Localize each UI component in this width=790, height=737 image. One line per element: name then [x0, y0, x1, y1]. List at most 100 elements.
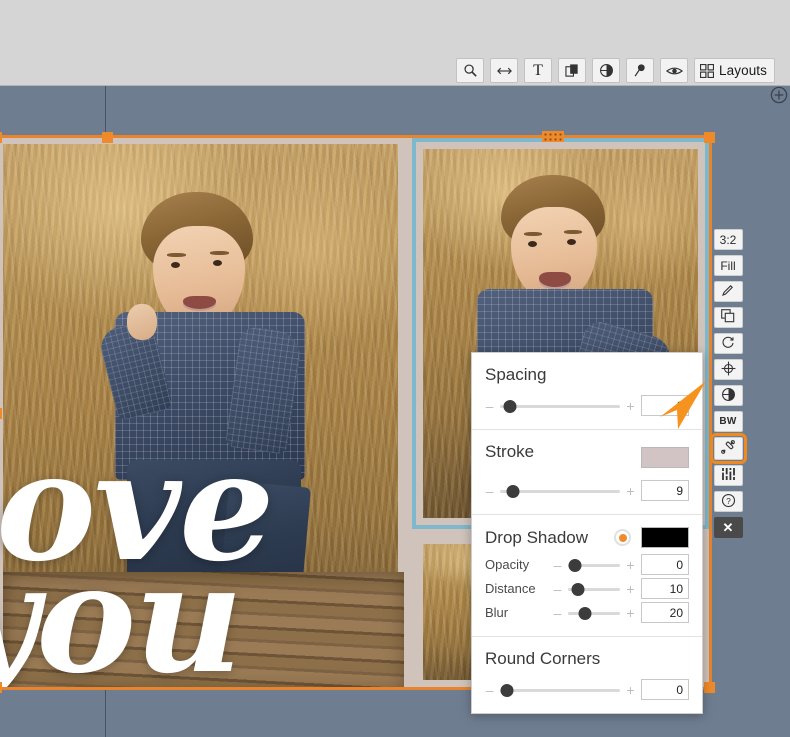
main-toolbar: T Layouts	[456, 58, 775, 83]
crosshair-grid-icon	[721, 361, 736, 379]
distance-slider[interactable]	[568, 582, 620, 596]
photo-left-boy-on-crate[interactable]: love you	[0, 138, 404, 687]
opacity-slider[interactable]	[568, 558, 620, 572]
copy-layers-icon	[721, 309, 735, 326]
stroke-title: Stroke	[485, 442, 535, 461]
app-root: T Layouts ove ou 3:2 Fill BW ? ✕ Spacing…	[0, 0, 790, 737]
background-tool-button[interactable]	[558, 58, 587, 83]
rotate-button[interactable]	[713, 333, 743, 354]
pencil-icon	[721, 283, 735, 300]
photo-drag-grip[interactable]	[542, 131, 564, 142]
magnifier-icon	[463, 63, 478, 78]
text-t-icon: T	[533, 61, 543, 79]
opacity-value-input[interactable]: 0	[641, 554, 689, 575]
opacity-label: Opacity	[485, 557, 530, 572]
layouts-button[interactable]: Layouts	[694, 58, 775, 83]
drop-shadow-header: Drop Shadow	[485, 527, 689, 548]
fill-button[interactable]: Fill	[713, 255, 743, 276]
blur-slider-knob[interactable]	[578, 606, 592, 620]
stroke-header: Stroke	[485, 442, 689, 472]
layers-icon	[564, 63, 580, 78]
round-corners-section: Round Corners – + 0	[472, 637, 702, 713]
blur-minus-button[interactable]: –	[553, 605, 562, 621]
opacity-slider-knob[interactable]	[568, 558, 582, 572]
plus-circle-icon	[770, 86, 788, 109]
stroke-color-swatch[interactable]	[641, 446, 689, 468]
close-x-icon: ✕	[722, 519, 734, 535]
close-button[interactable]: ✕	[713, 517, 743, 538]
round-corners-title: Round Corners	[485, 649, 601, 668]
drop-shadow-title: Drop Shadow	[485, 527, 589, 547]
spread-handle-left-mid[interactable]	[0, 408, 2, 419]
pin-icon	[633, 63, 647, 78]
question-circle-icon: ?	[721, 493, 736, 511]
spread-handle-bottom-right[interactable]	[704, 682, 715, 693]
stroke-minus-button[interactable]: –	[485, 483, 494, 499]
text-tool-button[interactable]: T	[524, 58, 553, 83]
layouts-button-label: Layouts	[719, 63, 767, 78]
help-button[interactable]: ?	[713, 491, 743, 512]
spacing-slider-knob[interactable]	[503, 399, 517, 413]
aspect-ratio-label: 3:2	[719, 232, 737, 247]
drop-shadow-opacity-row: Opacity – + 0	[485, 554, 689, 575]
duplicate-button[interactable]	[713, 307, 743, 328]
eye-icon	[665, 65, 683, 77]
rotate-icon	[721, 335, 735, 352]
round-corners-row: – + 0	[485, 679, 689, 700]
spacing-slider[interactable]	[500, 399, 620, 413]
zoom-tool-button[interactable]	[456, 58, 485, 83]
photo-tools-strip: 3:2 Fill BW ? ✕	[709, 229, 747, 538]
spread-handle-bottom-left[interactable]	[0, 682, 2, 693]
blur-value-input[interactable]: 20	[641, 602, 689, 623]
brush-bone-icon	[720, 439, 736, 458]
filter-tool-button[interactable]	[592, 58, 621, 83]
distance-plus-button[interactable]: +	[626, 581, 635, 597]
drop-shadow-blur-row: Blur – + 20	[485, 602, 689, 623]
round-corners-plus-button[interactable]: +	[626, 682, 635, 698]
stroke-value-input[interactable]: 9	[641, 480, 689, 501]
style-brush-button[interactable]	[709, 433, 747, 464]
round-corners-value-input[interactable]: 0	[641, 679, 689, 700]
round-corners-slider[interactable]	[500, 683, 620, 697]
black-white-button[interactable]: BW	[713, 411, 743, 432]
edit-pencil-button[interactable]	[713, 281, 743, 302]
adjust-sliders-button[interactable]	[713, 465, 743, 486]
distance-label: Distance	[485, 581, 536, 596]
aspect-ratio-button[interactable]: 3:2	[713, 229, 743, 250]
spread-tool-button[interactable]	[490, 58, 519, 83]
opacity-plus-button[interactable]: +	[626, 557, 635, 573]
photo-left-image: love you	[0, 144, 404, 687]
photo-left-crate	[3, 572, 404, 687]
round-corners-minus-button[interactable]: –	[485, 682, 494, 698]
spacing-minus-button[interactable]: –	[485, 398, 494, 414]
top-chrome: T Layouts	[0, 0, 790, 86]
spread-handle-top-mid[interactable]	[102, 132, 113, 143]
drop-shadow-color-swatch[interactable]	[641, 527, 689, 548]
drop-shadow-section: Drop Shadow Opacity – + 0 Distance – + 1…	[472, 515, 702, 637]
distance-slider-knob[interactable]	[571, 582, 585, 596]
stroke-row: – + 9	[485, 480, 689, 501]
stroke-slider-knob[interactable]	[506, 484, 520, 498]
preview-tool-button[interactable]	[660, 58, 689, 83]
contrast-button[interactable]	[713, 385, 743, 406]
opacity-minus-button[interactable]: –	[553, 557, 562, 573]
drop-shadow-toggle[interactable]	[614, 529, 631, 546]
blur-plus-button[interactable]: +	[626, 605, 635, 621]
spacing-plus-button[interactable]: +	[626, 398, 635, 414]
blur-slider[interactable]	[568, 606, 620, 620]
black-white-label: BW	[719, 416, 737, 427]
drop-shadow-toggle-dot	[618, 533, 627, 542]
round-corners-slider-knob[interactable]	[500, 683, 514, 697]
spread-handle-top-left[interactable]	[0, 132, 2, 143]
distance-minus-button[interactable]: –	[553, 581, 562, 597]
stroke-slider[interactable]	[500, 484, 620, 498]
center-align-button[interactable]	[713, 359, 743, 380]
grid-squares-icon	[700, 63, 715, 78]
stroke-plus-button[interactable]: +	[626, 483, 635, 499]
pin-tool-button[interactable]	[626, 58, 655, 83]
distance-value-input[interactable]: 10	[641, 578, 689, 599]
blur-label: Blur	[485, 605, 509, 620]
spread-handle-top-right[interactable]	[704, 132, 715, 143]
add-page-button[interactable]	[768, 86, 790, 108]
svg-text:?: ?	[726, 495, 731, 505]
